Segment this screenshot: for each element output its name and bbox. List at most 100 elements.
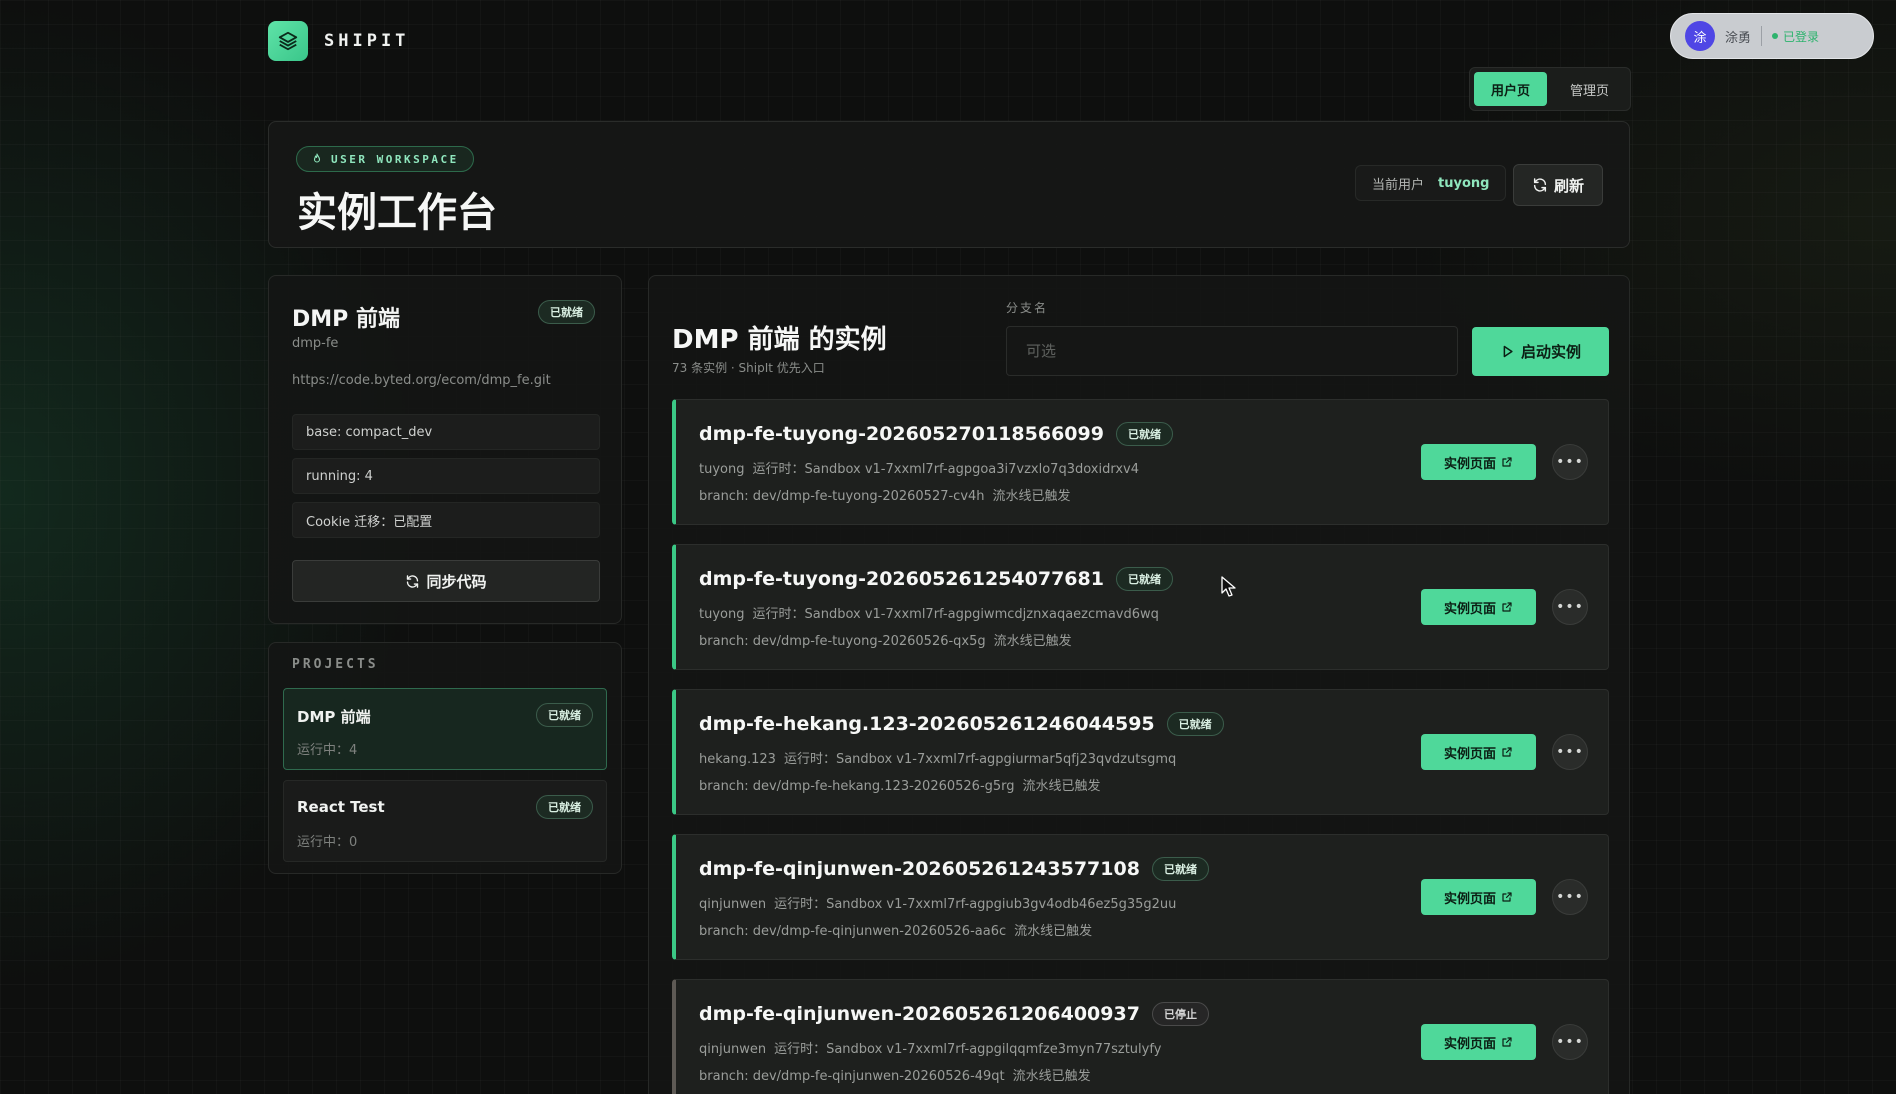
project-meta-cookie: Cookie 迁移：已配置 [292, 502, 600, 538]
refresh-icon [1533, 178, 1547, 192]
projects-list-panel: PROJECTS DMP 前端 已就绪 运行中：4 React Test 已就绪… [268, 642, 622, 874]
status-badge: 已就绪 [1166, 712, 1224, 736]
current-user-chip: 当前用户 tuyong [1355, 165, 1507, 201]
instances-subtitle: 73 条实例 · ShipIt 优先入口 [672, 361, 825, 375]
instance-page-button[interactable]: 实例页面 [1421, 879, 1536, 915]
instance-page-button[interactable]: 实例页面 [1421, 734, 1536, 770]
instance-page-label: 实例页面 [1443, 746, 1496, 762]
branch-label: 分支名 [1006, 301, 1049, 315]
runtime-label: 运行时： [783, 752, 836, 767]
tab-user-page[interactable]: 用户页 [1474, 72, 1548, 106]
instance-user: hekang.123 [699, 752, 776, 767]
mouse-cursor-icon [1221, 576, 1236, 597]
status-badge: 已就绪 [538, 300, 595, 324]
sync-code-label: 同步代码 [426, 572, 487, 591]
status-badge: 已就绪 [1115, 422, 1173, 446]
project-title: DMP 前端 [292, 307, 400, 332]
external-link-icon [1502, 602, 1512, 612]
instance-name: dmp-fe-qinjunwen-202605261243577108 [699, 858, 1140, 880]
user-menu[interactable]: 涂 涂勇 已登录 [1670, 13, 1874, 59]
instance-runtime: Sandbox v1-7xxml7rf-agpgiub3gv4odb46ez5g… [826, 897, 1177, 912]
status-badge: 已就绪 [1115, 567, 1173, 591]
instance-branch: branch: dev/dmp-fe-qinjunwen-20260526-49… [699, 1069, 1005, 1084]
launch-instance-button[interactable]: 启动实例 [1472, 327, 1609, 376]
project-detail-card: DMP 前端 已就绪 dmp-fe https://code.byted.org… [268, 275, 622, 624]
project-item-name: DMP 前端 [297, 708, 371, 726]
instances-panel: DMP 前端 的实例 73 条实例 · ShipIt 优先入口 分支名 启动实例… [648, 275, 1630, 1094]
play-icon [1503, 345, 1513, 358]
instance-runtime: Sandbox v1-7xxml7rf-agpgiwmcdjznxaqaezcm… [804, 607, 1159, 622]
instance-name: dmp-fe-qinjunwen-202605261206400937 [699, 1003, 1140, 1025]
pipeline-status: 流水线已触发 [993, 634, 1072, 649]
divider [1761, 26, 1763, 46]
brand-name: SHIPIT [324, 31, 410, 51]
external-link-icon [1502, 892, 1512, 902]
refresh-icon [407, 574, 419, 588]
more-icon[interactable]: ••• [1552, 589, 1588, 625]
brand-logo[interactable]: SHIPIT [268, 21, 409, 61]
instance-page-label: 实例页面 [1443, 601, 1496, 617]
project-meta-running: running: 4 [292, 458, 600, 494]
branch-input[interactable] [1006, 326, 1458, 376]
instance-card: dmp-fe-qinjunwen-202605261206400937 已停止 q… [672, 979, 1609, 1094]
project-item-running: 运行中：0 [297, 835, 358, 850]
tab-admin-page[interactable]: 管理页 [1553, 72, 1626, 106]
instance-card: dmp-fe-tuyong-202605270118566099 已就绪 tuyo… [672, 399, 1609, 525]
pipeline-status: 流水线已触发 [1012, 1069, 1091, 1084]
external-link-icon [1502, 457, 1512, 467]
runtime-label: 运行时： [774, 1042, 827, 1057]
view-switcher: 用户页 管理页 [1469, 67, 1632, 111]
project-item-react-test[interactable]: React Test 已就绪 运行中：0 [283, 780, 607, 862]
refresh-label: 刷新 [1553, 176, 1584, 195]
more-icon[interactable]: ••• [1552, 444, 1588, 480]
instance-name: dmp-fe-tuyong-202605261254077681 [699, 568, 1104, 590]
projects-heading: PROJECTS [292, 657, 379, 672]
instance-page-label: 实例页面 [1443, 456, 1496, 472]
status-badge: 已就绪 [536, 795, 593, 819]
instance-branch: branch: dev/dmp-fe-tuyong-20260527-cv4h [699, 489, 985, 504]
runtime-label: 运行时： [752, 607, 805, 622]
instance-branch: branch: dev/dmp-fe-hekang.123-20260526-g… [699, 779, 1015, 794]
project-slug: dmp-fe [292, 336, 339, 351]
sync-code-button[interactable]: 同步代码 [292, 560, 600, 602]
refresh-button[interactable]: 刷新 [1513, 164, 1603, 206]
status-dot-icon [1772, 33, 1779, 39]
project-repo-url[interactable]: https://code.byted.org/ecom/dmp_fe.git [292, 373, 551, 388]
launch-instance-label: 启动实例 [1520, 343, 1581, 361]
status-badge: 已就绪 [536, 703, 593, 727]
user-name: 涂勇 [1725, 30, 1752, 46]
avatar: 涂 [1685, 21, 1715, 51]
instance-user: qinjunwen [699, 897, 767, 912]
flame-icon [313, 153, 321, 163]
more-icon[interactable]: ••• [1552, 1024, 1588, 1060]
login-status-text: 已登录 [1783, 29, 1820, 44]
login-status: 已登录 [1772, 28, 1819, 45]
instance-name: dmp-fe-hekang.123-202605261246044595 [699, 713, 1155, 735]
project-item-running: 运行中：4 [297, 743, 358, 758]
layers-icon [268, 21, 308, 61]
instance-user: tuyong [699, 462, 745, 477]
more-icon[interactable]: ••• [1552, 734, 1588, 770]
instance-card: dmp-fe-tuyong-202605261254077681 已就绪 tuyo… [672, 544, 1609, 670]
workspace-header: USER WORKSPACE 实例工作台 当前用户 tuyong 刷新 [268, 121, 1630, 248]
instance-runtime: Sandbox v1-7xxml7rf-agpgiurmar5qfj23qvdz… [835, 752, 1177, 767]
current-user-label: 当前用户 [1372, 177, 1425, 193]
workspace-badge-text: USER WORKSPACE [331, 152, 459, 166]
project-item-dmp-fe[interactable]: DMP 前端 已就绪 运行中：4 [283, 688, 607, 770]
more-icon[interactable]: ••• [1552, 879, 1588, 915]
pipeline-status: 流水线已触发 [1014, 924, 1093, 939]
runtime-label: 运行时： [774, 897, 827, 912]
runtime-label: 运行时： [752, 462, 805, 477]
external-link-icon [1502, 1037, 1512, 1047]
current-user-value: tuyong [1438, 175, 1490, 191]
instance-branch: branch: dev/dmp-fe-qinjunwen-20260526-aa… [699, 924, 1007, 939]
instance-user: tuyong [699, 607, 745, 622]
instance-card: dmp-fe-hekang.123-202605261246044595 已就绪 … [672, 689, 1609, 815]
status-badge: 已停止 [1151, 1002, 1209, 1026]
instance-page-button[interactable]: 实例页面 [1421, 1024, 1536, 1060]
pipeline-status: 流水线已触发 [992, 489, 1071, 504]
instance-page-button[interactable]: 实例页面 [1421, 444, 1536, 480]
instance-page-button[interactable]: 实例页面 [1421, 589, 1536, 625]
instance-card: dmp-fe-qinjunwen-202605261243577108 已就绪 q… [672, 834, 1609, 960]
instance-name: dmp-fe-tuyong-202605270118566099 [699, 423, 1104, 445]
